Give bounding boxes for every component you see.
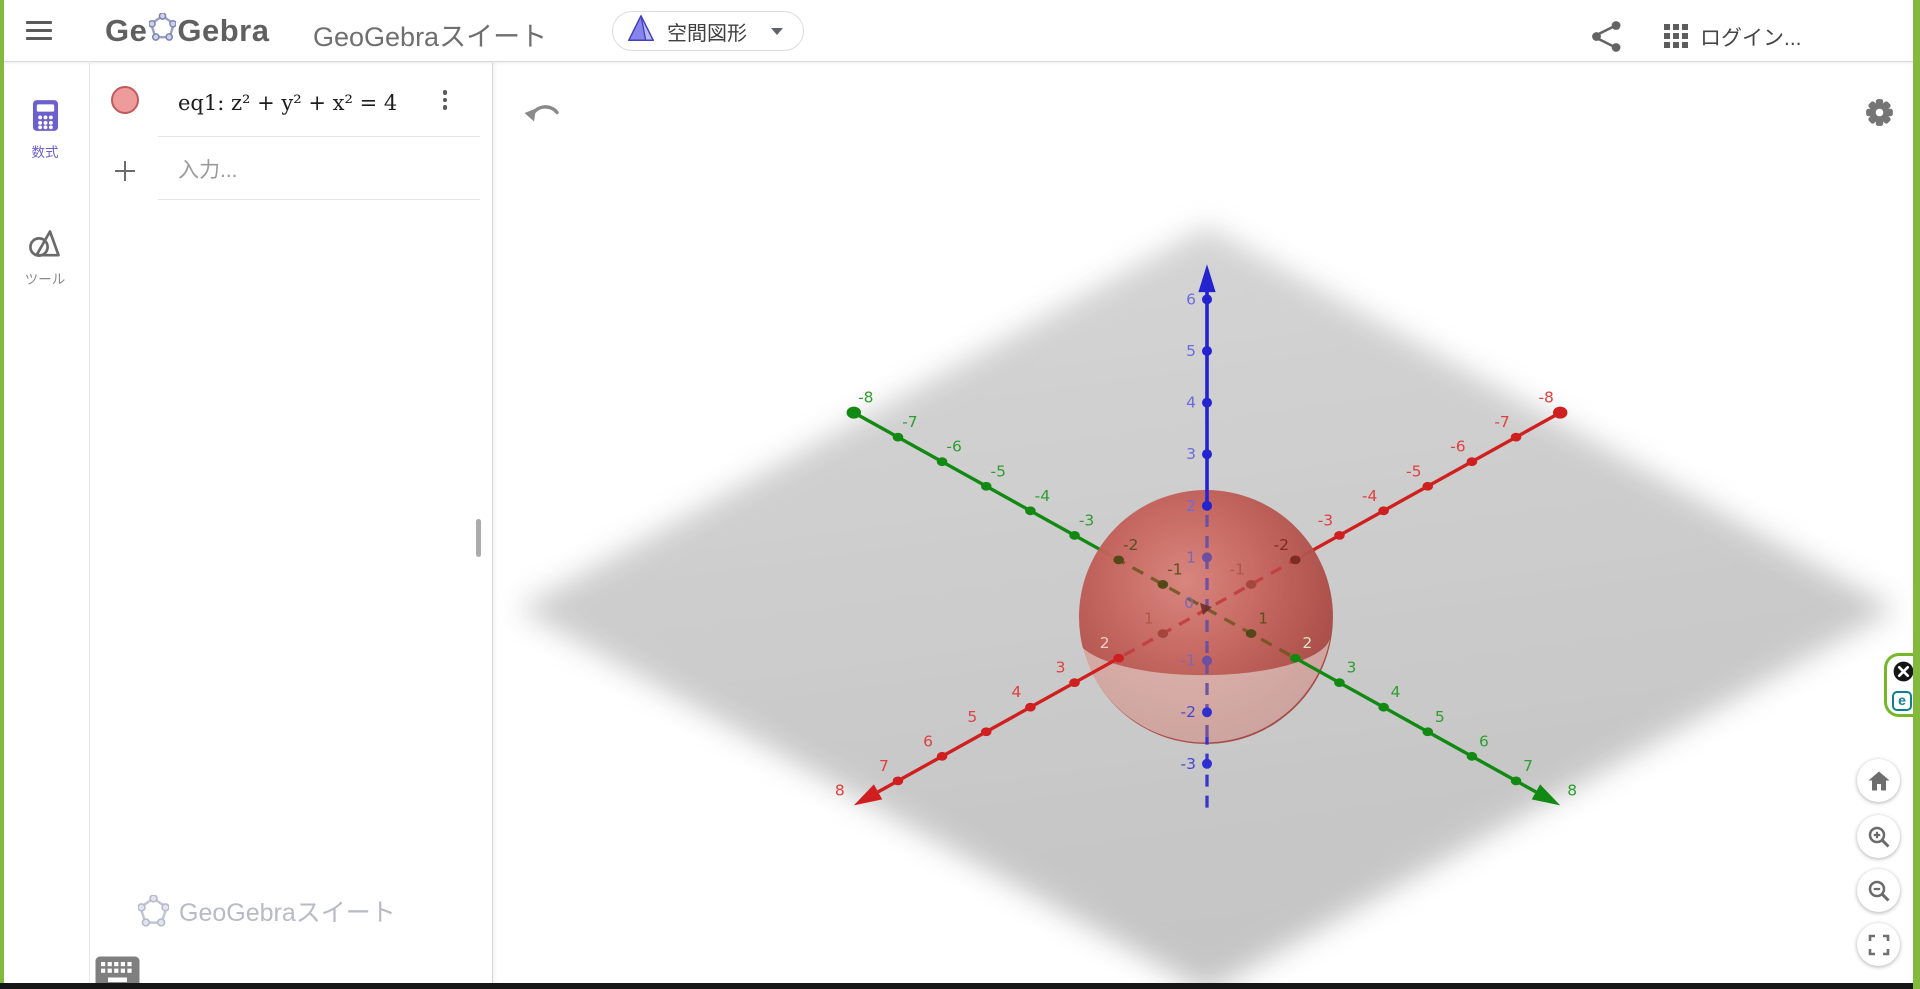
share-icon <box>1586 15 1628 57</box>
watermark-text: GeoGebraスイート <box>179 893 396 929</box>
apps-grid-icon <box>1656 16 1696 56</box>
settings-button[interactable] <box>1861 94 1898 136</box>
menu-hamburger-icon[interactable] <box>26 21 52 41</box>
zoom-in-button[interactable] <box>1857 815 1900 858</box>
chevron-down-icon <box>771 28 783 35</box>
perspective-label: 空間図形 <box>667 17 747 46</box>
sidebar-item-label: 数式 <box>0 141 90 161</box>
login-button[interactable]: ログイン... <box>1700 22 1802 52</box>
magnifier-minus-icon <box>1866 878 1892 904</box>
geogebra-app: Ge Gebra GeoGebraスイート <box>0 0 1920 989</box>
header: Ge Gebra GeoGebraスイート <box>0 0 1920 62</box>
watermark-pentagon-icon <box>138 895 169 927</box>
home-view-button[interactable] <box>1857 759 1900 802</box>
graphics-3d-view[interactable] <box>494 63 1914 989</box>
share-button[interactable] <box>1586 15 1628 57</box>
capture-frame-right <box>1913 0 1920 989</box>
app-title: GeoGebraスイート <box>313 15 547 54</box>
capture-frame-left <box>0 0 4 984</box>
apps-grid-button[interactable] <box>1655 15 1697 57</box>
circle-triangle-icon <box>27 227 63 259</box>
panel-scrollbar-thumb[interactable] <box>476 519 481 557</box>
algebra-row-eq1[interactable]: eq1: z² + y² + x² = 4 <box>90 63 492 137</box>
eset-logo-icon[interactable]: e <box>1892 691 1912 711</box>
sidebar-item-algebra[interactable]: 数式 <box>0 85 90 171</box>
perspective-dropdown[interactable]: 空間図形 <box>612 11 804 51</box>
corner-brackets-icon <box>1866 932 1892 958</box>
pyramid-icon <box>625 12 657 51</box>
equation-eq1[interactable]: eq1: z² + y² + x² = 4 <box>178 91 397 115</box>
fullscreen-button[interactable] <box>1857 923 1900 966</box>
undo-button[interactable] <box>521 90 563 135</box>
algebra-panel: eq1: z² + y² + x² = 4 入力... GeoGebraスイート <box>90 63 493 989</box>
magnifier-plus-icon <box>1866 824 1892 850</box>
logo-text-left: Ge <box>105 13 147 49</box>
object-visibility-toggle[interactable] <box>111 86 139 114</box>
row-menu-kebab-icon[interactable] <box>428 83 462 117</box>
gear-icon <box>1861 94 1898 131</box>
add-input-plus-icon[interactable] <box>108 154 142 188</box>
algebra-input-row[interactable]: 入力... <box>90 137 492 200</box>
geogebra-pentagon-icon <box>147 13 177 49</box>
algebra-input-placeholder[interactable]: 入力... <box>178 154 238 184</box>
capture-frame-bottom <box>0 983 1913 989</box>
logo-text-right: Gebra <box>177 13 269 49</box>
zoom-out-button[interactable] <box>1857 869 1900 912</box>
eset-close-icon[interactable] <box>1892 660 1915 688</box>
sidebar-item-tools[interactable]: ツール <box>0 213 90 298</box>
left-toolbar: 数式 ツール <box>0 63 90 989</box>
home-icon <box>1866 768 1892 794</box>
geogebra-logo: Ge Gebra <box>105 11 269 51</box>
undo-arrow-icon <box>521 90 563 130</box>
sidebar-item-label: ツール <box>0 268 90 288</box>
geogebra-watermark: GeoGebraスイート <box>138 893 396 929</box>
calculator-icon <box>32 99 59 132</box>
